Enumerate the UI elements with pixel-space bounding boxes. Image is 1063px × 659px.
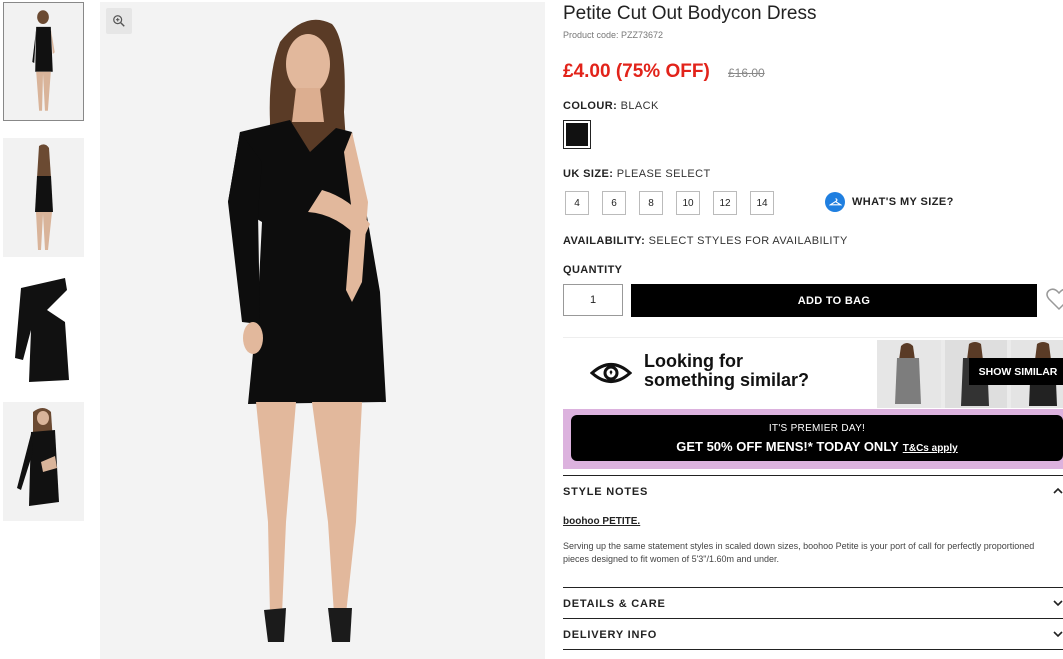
- colour-row: COLOUR: BLACK: [563, 100, 659, 112]
- colour-swatch-black[interactable]: [563, 120, 591, 149]
- thumbnail-front[interactable]: [3, 2, 84, 121]
- similar-heading: Looking for something similar?: [644, 352, 809, 390]
- delivery-info-section: DELIVERY INFO: [563, 618, 1063, 650]
- whats-my-size-link[interactable]: WHAT'S MY SIZE?: [825, 192, 954, 212]
- similar-items-banner: Looking for something similar? SHOW SIMI…: [563, 337, 1063, 409]
- delivery-info-heading[interactable]: DELIVERY INFO: [563, 629, 657, 641]
- promo-box[interactable]: IT'S PREMIER DAY! GET 50% OFF MENS!* TOD…: [571, 415, 1063, 461]
- promo-banner: IT'S PREMIER DAY! GET 50% OFF MENS!* TOD…: [563, 409, 1063, 469]
- style-notes-body: Serving up the same statement styles in …: [563, 541, 1035, 564]
- size-option-14[interactable]: 14: [750, 191, 774, 215]
- promo-headline-text: GET 50% OFF MENS!* TODAY ONLY: [676, 439, 899, 454]
- similar-line-1: Looking for: [644, 351, 743, 371]
- chevron-down-icon[interactable]: [1053, 598, 1063, 608]
- thumbnail-front-image: [4, 3, 83, 120]
- style-notes-section: STYLE NOTES: [563, 475, 1063, 587]
- thumbnail-back[interactable]: [3, 138, 84, 257]
- promo-terms-link[interactable]: T&Cs apply: [903, 443, 958, 454]
- wishlist-button[interactable]: [1045, 285, 1063, 313]
- hanger-icon: [825, 192, 845, 212]
- product-title: Petite Cut Out Bodycon Dress: [563, 3, 817, 24]
- swatch-fill: [566, 123, 588, 146]
- product-details-panel: Petite Cut Out Bodycon Dress Product cod…: [563, 0, 1063, 659]
- zoom-button[interactable]: [106, 8, 132, 34]
- thumbnail-side[interactable]: [3, 402, 84, 521]
- size-option-12[interactable]: 12: [713, 191, 737, 215]
- heart-icon: [1046, 288, 1063, 311]
- show-similar-button[interactable]: SHOW SIMILAR: [969, 358, 1063, 385]
- thumbnail-back-image: [3, 138, 84, 257]
- size-option-8[interactable]: 8: [639, 191, 663, 215]
- zoom-icon: [113, 15, 125, 27]
- size-option-4[interactable]: 4: [565, 191, 589, 215]
- details-care-section: DETAILS & CARE: [563, 587, 1063, 618]
- whats-my-size-label: WHAT'S MY SIZE?: [852, 196, 954, 208]
- details-care-heading[interactable]: DETAILS & CARE: [563, 598, 666, 610]
- promo-subheading: IT'S PREMIER DAY!: [768, 423, 866, 434]
- quantity-row: QUANTITY: [563, 264, 622, 276]
- availability-row: AVAILABILITY: SELECT STYLES FOR AVAILABI…: [563, 235, 848, 247]
- colour-value: BLACK: [620, 100, 659, 112]
- chevron-up-icon[interactable]: [1053, 486, 1063, 496]
- size-value: PLEASE SELECT: [616, 168, 711, 180]
- model-photo: [100, 2, 545, 659]
- similar-line-2: something similar?: [644, 370, 810, 390]
- size-option-6[interactable]: 6: [602, 191, 626, 215]
- style-notes-brand-link[interactable]: boohoo PETITE.: [563, 516, 640, 527]
- size-label: UK SIZE:: [563, 168, 614, 180]
- size-row: UK SIZE: PLEASE SELECT: [563, 168, 711, 180]
- thumbnail-flat-image: [3, 270, 84, 389]
- promo-headline: GET 50% OFF MENS!* TODAY ONLY T&Cs apply: [571, 439, 1063, 454]
- chevron-down-icon[interactable]: [1053, 629, 1063, 639]
- product-code: Product code: PZZ73672: [563, 30, 664, 40]
- style-notes-heading[interactable]: STYLE NOTES: [563, 486, 648, 498]
- availability-value: SELECT STYLES FOR AVAILABILITY: [648, 235, 848, 247]
- eye-icon: [590, 363, 632, 383]
- thumbnail-side-image: [3, 402, 84, 521]
- colour-label: COLOUR:: [563, 100, 618, 112]
- availability-label: AVAILABILITY:: [563, 235, 646, 247]
- add-to-bag-button[interactable]: ADD TO BAG: [631, 284, 1037, 317]
- quantity-label: QUANTITY: [563, 264, 623, 276]
- size-option-10[interactable]: 10: [676, 191, 700, 215]
- main-product-image[interactable]: [100, 2, 545, 659]
- sale-price: £4.00 (75% OFF): [563, 61, 710, 82]
- quantity-input[interactable]: 1: [563, 284, 623, 316]
- thumbnail-flat[interactable]: [3, 270, 84, 389]
- original-price: £16.00: [728, 66, 765, 80]
